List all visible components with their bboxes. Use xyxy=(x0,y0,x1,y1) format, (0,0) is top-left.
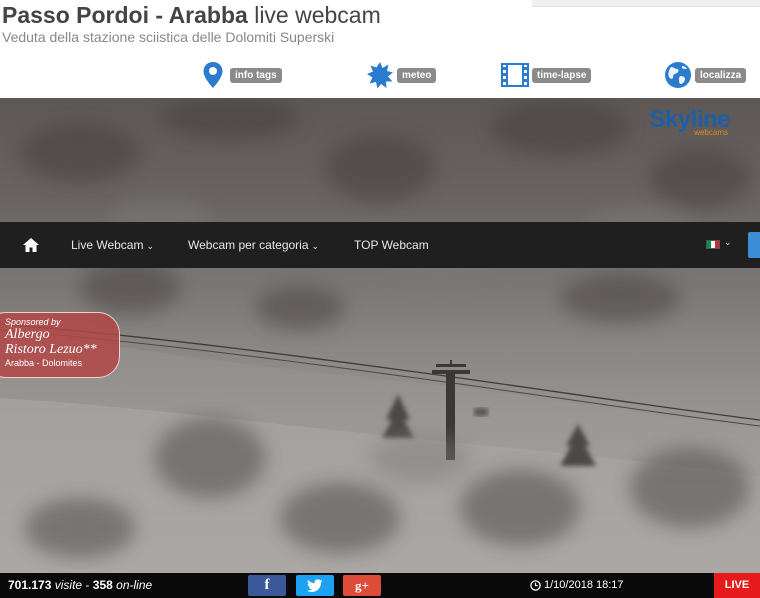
info-tags-button[interactable]: info tags xyxy=(196,58,282,92)
nav-top-webcam-label: TOP Webcam xyxy=(354,238,429,252)
globe-icon xyxy=(661,58,695,92)
nav-webcam-per-categoria[interactable]: Webcam per categoria ⌄ xyxy=(188,222,319,268)
visit-counter: 701.173 visite - 358 on-line xyxy=(8,578,152,592)
nav-live-webcam-label: Live Webcam xyxy=(71,238,144,252)
facebook-share-button[interactable]: f xyxy=(248,575,286,596)
localizza-label: localizza xyxy=(695,67,747,83)
page-title-location: Passo Pordoi - Arabba xyxy=(2,2,248,28)
italy-flag-icon[interactable] xyxy=(706,240,720,249)
sponsor-location: Arabba - Dolomites xyxy=(5,358,83,368)
twitter-icon xyxy=(307,578,323,592)
online-count: 358 xyxy=(92,578,113,592)
sponsor-name-line1: Albergo xyxy=(5,327,50,342)
visits-count: 701.173 xyxy=(8,578,52,592)
sponsor-name-line2: Ristoro Lezuo** xyxy=(5,342,97,357)
chevron-down-icon: ⌄ xyxy=(146,241,155,251)
page-header: Passo Pordoi - Arabba live webcam Veduta… xyxy=(0,0,760,98)
page-title-suffix: live webcam xyxy=(254,2,381,28)
chevron-down-icon: ⌄ xyxy=(311,241,320,251)
map-marker-icon xyxy=(196,58,230,92)
nav-categoria-label: Webcam per categoria xyxy=(188,238,309,252)
nav-menu-button[interactable] xyxy=(748,232,760,258)
facebook-icon: f xyxy=(264,577,270,593)
googleplus-icon: g+ xyxy=(355,577,369,593)
localizza-button[interactable]: localizza xyxy=(661,58,747,92)
skyline-logo[interactable]: Skyline webcams xyxy=(649,106,730,137)
time-lapse-button[interactable]: time-lapse xyxy=(498,58,592,92)
nav-top-webcam[interactable]: TOP Webcam xyxy=(354,222,429,268)
meteo-button[interactable]: meteo xyxy=(363,58,437,92)
sponsor-caption: Sponsored by xyxy=(5,317,61,327)
action-bar: info tags meteo time-lapse localizza xyxy=(0,58,760,92)
chevron-down-icon[interactable]: ⌄ xyxy=(724,237,732,248)
googleplus-share-button[interactable]: g+ xyxy=(343,575,381,596)
visits-separator: - xyxy=(85,578,90,592)
online-label: on-line xyxy=(116,578,153,592)
clock-icon xyxy=(530,579,541,591)
home-icon[interactable] xyxy=(22,236,40,254)
sun-icon xyxy=(363,58,397,92)
main-nav: Live Webcam ⌄ Webcam per categoria ⌄ TOP W… xyxy=(0,222,760,268)
visits-label: visite xyxy=(54,578,83,592)
status-footer: 701.173 visite - 358 on-line f g+ 1/10/2… xyxy=(0,573,760,598)
webcam-page: Passo Pordoi - Arabba live webcam Veduta… xyxy=(0,0,760,598)
live-button[interactable]: LIVE xyxy=(714,573,760,598)
snapshot-datetime: 1/10/2018 18:17 xyxy=(530,579,624,591)
top-search-box[interactable] xyxy=(532,0,760,7)
sponsor-badge[interactable]: Sponsored by Albergo Ristoro Lezuo** Ara… xyxy=(0,312,120,378)
datetime-value: 1/10/2018 18:17 xyxy=(544,579,624,591)
twitter-share-button[interactable] xyxy=(296,575,334,596)
info-tags-label: info tags xyxy=(230,67,282,83)
page-title: Passo Pordoi - Arabba live webcam xyxy=(2,2,381,29)
nav-live-webcam[interactable]: Live Webcam ⌄ xyxy=(71,222,154,268)
page-subtitle: Veduta della stazione sciistica delle Do… xyxy=(2,29,335,45)
time-lapse-label: time-lapse xyxy=(532,67,592,83)
meteo-label: meteo xyxy=(397,67,437,83)
film-icon xyxy=(498,58,532,92)
